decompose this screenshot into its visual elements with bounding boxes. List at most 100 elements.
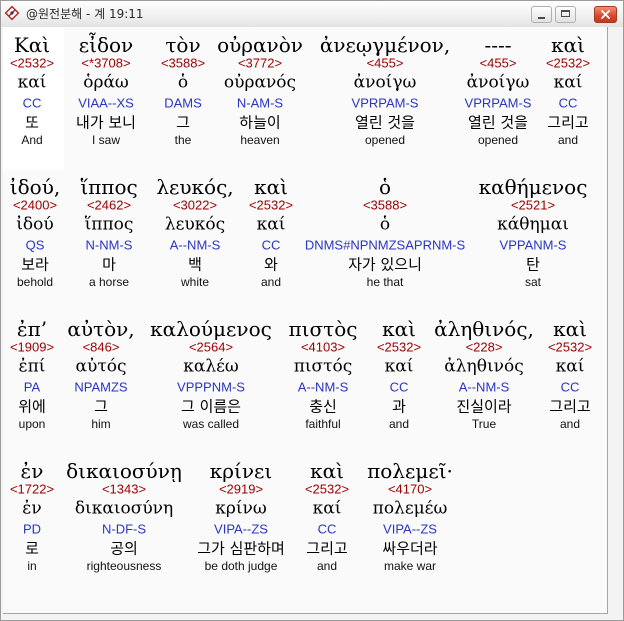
greek-word: πολεμεῖ· — [367, 459, 453, 483]
parse-code: VIPA--ZS — [214, 521, 268, 537]
greek-word: πιστὸς — [288, 317, 358, 341]
greek-word: ἐπ’ — [16, 317, 48, 341]
lemma-word: καί — [17, 72, 47, 93]
greek-word: ---- — [484, 33, 512, 57]
english-gloss: make war — [383, 559, 437, 573]
parse-code: A--NM-S — [297, 379, 349, 395]
strong-number[interactable]: <3772> — [238, 57, 282, 70]
korean-gloss: 과 — [392, 397, 406, 416]
lemma-word: δικαιοσύνη — [74, 498, 174, 519]
strong-number[interactable]: <2462> — [87, 199, 131, 212]
english-gloss: in — [27, 559, 37, 573]
english-gloss: and — [260, 275, 282, 289]
greek-word: ἵππος — [80, 175, 138, 199]
lemma-word: λευκός — [164, 214, 226, 235]
korean-gloss: 위에 — [18, 397, 46, 416]
lemma-word: κάθημαι — [497, 214, 569, 235]
strong-number[interactable]: <846> — [83, 341, 120, 354]
parse-code: PD — [22, 521, 42, 537]
strong-number[interactable]: <*3708> — [81, 57, 130, 70]
korean-gloss: 백 — [188, 255, 202, 274]
greek-word: καὶ — [382, 317, 416, 341]
strong-number[interactable]: <4170> — [388, 483, 432, 496]
greek-word: Καὶ — [13, 33, 51, 57]
lemma-word: καί — [312, 498, 342, 519]
english-gloss: white — [180, 275, 210, 289]
english-gloss: sat — [524, 275, 542, 289]
strong-number[interactable]: <2532> — [305, 483, 349, 496]
korean-gloss: 하늘이 — [239, 113, 281, 132]
strong-number[interactable]: <228> — [466, 341, 503, 354]
lemma-word: ἐπί — [18, 356, 46, 377]
english-gloss: be doth judge — [204, 559, 278, 573]
greek-word: ἐν — [20, 459, 44, 483]
strong-number[interactable]: <3022> — [173, 199, 217, 212]
lemma-word: πιστός — [293, 356, 353, 377]
strong-number[interactable]: <2919> — [219, 483, 263, 496]
close-button[interactable] — [594, 6, 617, 23]
greek-word: καὶ — [553, 317, 587, 341]
greek-word: καὶ — [310, 459, 344, 483]
strong-number[interactable]: <1909> — [10, 341, 54, 354]
parse-code: QS — [25, 237, 45, 253]
parse-code: VIPA--ZS — [383, 521, 437, 537]
korean-gloss: 또 — [25, 113, 39, 132]
strong-number[interactable]: <2532> — [548, 341, 592, 354]
korean-gloss: 그가 심판하며 — [197, 539, 285, 558]
english-gloss: And — [21, 133, 43, 147]
greek-word: εἶδον — [78, 33, 134, 57]
strong-number[interactable]: <1343> — [102, 483, 146, 496]
english-gloss: and — [388, 417, 410, 431]
lemma-word: ἐν — [22, 498, 42, 519]
strong-number[interactable]: <2521> — [511, 199, 555, 212]
english-gloss: and — [557, 133, 579, 147]
parse-code: CC — [261, 237, 281, 253]
greek-word: λευκός, — [156, 175, 234, 199]
lemma-word: ὁ — [177, 72, 189, 93]
strong-number[interactable]: <455> — [480, 57, 517, 70]
lemma-word: ἀνοίγω — [353, 72, 417, 93]
english-gloss: righteousness — [86, 559, 162, 573]
strong-number[interactable]: <3588> — [161, 57, 205, 70]
strong-number[interactable]: <455> — [367, 57, 404, 70]
english-gloss: the — [174, 133, 192, 147]
strong-number[interactable]: <2532> — [377, 341, 421, 354]
parse-code: CC — [22, 95, 42, 111]
strong-number[interactable]: <1722> — [10, 483, 54, 496]
korean-gloss: 그리고 — [549, 397, 591, 416]
interlinear-view[interactable]: Καὶ <2532> καί CC 또 And εἶδον <*3708> ὁράω VIAA--… — [3, 27, 608, 614]
greek-word: τὸν — [165, 33, 201, 57]
strong-number[interactable]: <2400> — [13, 199, 57, 212]
parse-code: VPRPAM-S — [351, 95, 419, 111]
english-gloss: behold — [16, 275, 54, 289]
lemma-word: οὐρανός — [223, 72, 297, 93]
korean-gloss: 열린 것을 — [355, 113, 415, 132]
title-bar[interactable]: @원전분해 - 계 19:11 — [1, 1, 623, 27]
strong-number[interactable]: <2532> — [249, 199, 293, 212]
korean-gloss: 내가 보니 — [76, 113, 136, 132]
korean-gloss: 열린 것을 — [468, 113, 528, 132]
minimize-button[interactable] — [531, 6, 552, 23]
parse-code: VPPANM-S — [499, 237, 567, 253]
app-icon[interactable] — [4, 5, 20, 21]
parse-code: VIAA--XS — [78, 95, 134, 111]
english-gloss: him — [91, 417, 111, 431]
strong-number[interactable]: <3588> — [363, 199, 407, 212]
greek-word: ἰδού, — [9, 175, 61, 199]
strong-number[interactable]: <2532> — [546, 57, 590, 70]
english-gloss: True — [471, 417, 497, 431]
parse-code: A--NM-S — [169, 237, 221, 253]
greek-word: αὐτὸν, — [67, 317, 135, 341]
korean-gloss: 보라 — [21, 255, 49, 274]
close-icon — [601, 10, 610, 19]
strong-number[interactable]: <2532> — [10, 57, 54, 70]
lemma-word: καί — [256, 214, 286, 235]
strong-number[interactable]: <4103> — [301, 341, 345, 354]
greek-word: καὶ — [254, 175, 288, 199]
greek-word: οὐρανὸν — [217, 33, 303, 57]
window-title: @원전분해 - 계 19:11 — [26, 7, 144, 21]
strong-number[interactable]: <2564> — [189, 341, 233, 354]
greek-word: καθήμενος — [478, 175, 588, 199]
maximize-button[interactable] — [555, 6, 576, 23]
parse-code: N-DF-S — [101, 521, 147, 537]
